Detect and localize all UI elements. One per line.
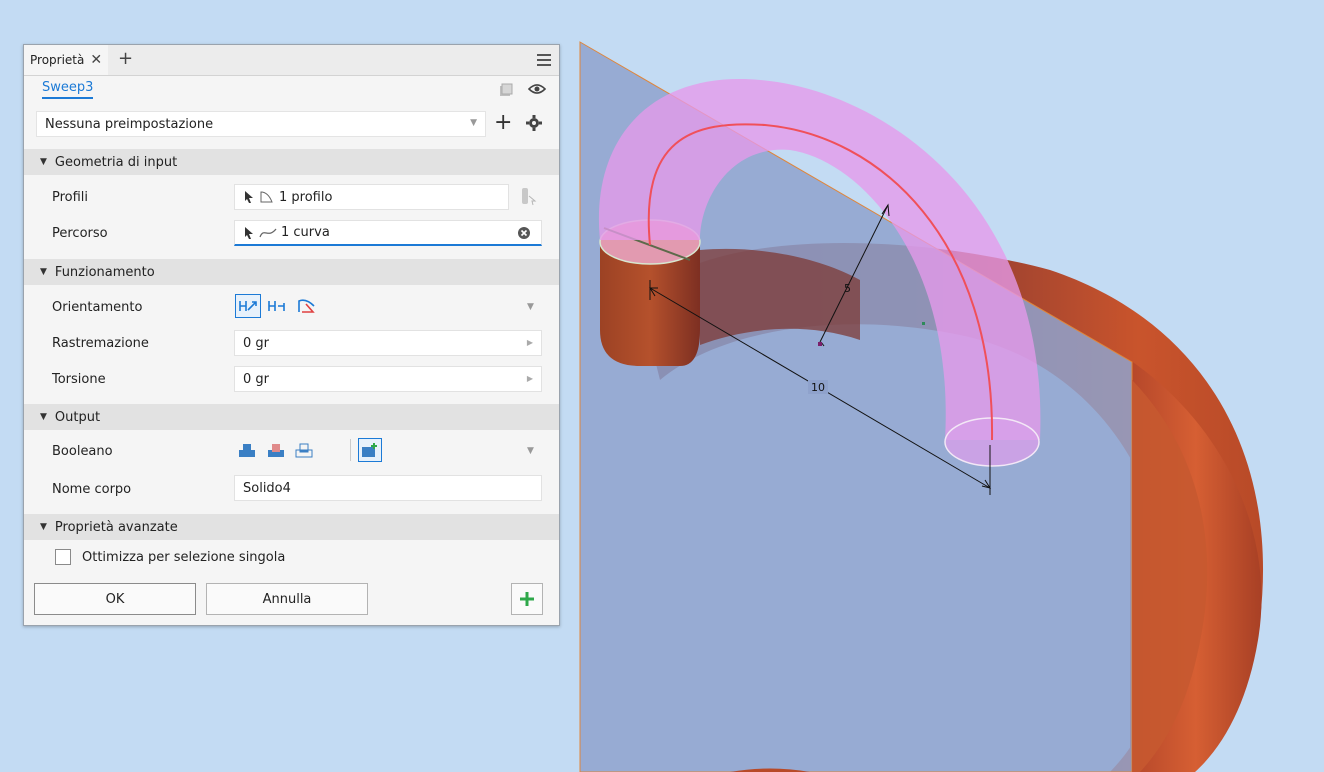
- plus-icon: [520, 592, 534, 606]
- join-icon: [239, 444, 255, 457]
- orientation-fixed-button[interactable]: [264, 294, 290, 318]
- optimize-checkbox[interactable]: [55, 549, 71, 565]
- chevron-down-icon[interactable]: ▼: [527, 302, 534, 312]
- profile-select-icon[interactable]: [520, 187, 538, 207]
- boolean-new-body-button[interactable]: [358, 438, 382, 462]
- section-output[interactable]: ▼ Output: [24, 404, 559, 430]
- body-name-value: Solido4: [243, 480, 291, 496]
- tab-properties[interactable]: Proprietà ✕: [24, 45, 109, 75]
- cursor-arrow-icon: [245, 191, 253, 203]
- collapse-icon: ▼: [40, 412, 47, 422]
- chevron-down-icon: ▼: [470, 118, 477, 128]
- boolean-intersect-button[interactable]: [292, 438, 316, 462]
- display-mode-icon[interactable]: [498, 82, 514, 98]
- collapse-icon: ▼: [40, 157, 47, 167]
- orientation-fixed-icon: [268, 301, 285, 311]
- taper-label: Rastremazione: [52, 336, 149, 351]
- orientation-guide-button[interactable]: [294, 294, 320, 318]
- new-body-icon: [362, 443, 377, 457]
- twist-input[interactable]: 0 gr ▶: [234, 366, 542, 392]
- cursor-arrow-icon: [245, 226, 253, 239]
- properties-panel: Proprietà ✕ + Sweep3 Nessuna preimpostaz…: [23, 44, 560, 626]
- preset-dropdown[interactable]: Nessuna preimpostazione ▼: [36, 111, 486, 137]
- dimension-radius-label[interactable]: 5: [844, 282, 851, 295]
- eye-icon[interactable]: [528, 82, 546, 96]
- add-preset-icon[interactable]: +: [494, 111, 512, 135]
- profile-shape-icon: [260, 191, 273, 203]
- gear-icon[interactable]: [526, 115, 542, 131]
- boolean-label: Booleano: [52, 444, 113, 459]
- cancel-button[interactable]: Annulla: [206, 583, 368, 615]
- body-name-label: Nome corpo: [52, 482, 132, 497]
- curve-icon: [259, 228, 277, 237]
- arrow-right-icon[interactable]: ▶: [527, 374, 533, 383]
- taper-value: 0 gr: [243, 335, 269, 351]
- chevron-down-icon[interactable]: ▼: [527, 446, 534, 456]
- tab-label: Proprietà: [30, 53, 85, 67]
- add-tab-icon[interactable]: +: [118, 48, 133, 69]
- section-advanced[interactable]: ▼ Proprietà avanzate: [24, 514, 559, 540]
- path-label: Percorso: [52, 226, 108, 241]
- feature-name[interactable]: Sweep3: [42, 80, 94, 99]
- sketch-point[interactable]: [922, 322, 925, 325]
- path-selector[interactable]: 1 curva: [234, 220, 542, 246]
- profiles-label: Profili: [52, 190, 89, 205]
- orientation-guide-icon: [298, 299, 315, 313]
- boolean-cut-button[interactable]: [264, 438, 288, 462]
- tab-bar: Proprietà ✕ +: [24, 45, 559, 76]
- orientation-path-icon: [239, 301, 257, 311]
- sketch-point[interactable]: [818, 342, 822, 346]
- arrow-right-icon[interactable]: ▶: [527, 338, 533, 347]
- optimize-label[interactable]: Ottimizza per selezione singola: [82, 550, 285, 565]
- collapse-icon: ▼: [40, 522, 47, 532]
- section-title: Proprietà avanzate: [54, 519, 178, 535]
- section-title: Geometria di input: [54, 154, 178, 170]
- section-title: Funzionamento: [54, 264, 155, 280]
- menu-icon[interactable]: [537, 51, 551, 69]
- cut-icon: [268, 444, 284, 457]
- clear-icon[interactable]: [517, 226, 531, 240]
- intersect-icon: [295, 443, 313, 458]
- separator: [350, 439, 351, 461]
- close-icon[interactable]: ✕: [90, 52, 102, 68]
- body-name-input[interactable]: Solido4: [234, 475, 542, 501]
- collapse-icon: ▼: [40, 267, 47, 277]
- path-value: 1 curva: [281, 225, 330, 240]
- orientation-label: Orientamento: [52, 300, 143, 315]
- twist-label: Torsione: [52, 372, 106, 387]
- ok-button[interactable]: OK: [34, 583, 196, 615]
- dimension-path-label[interactable]: 10: [811, 381, 825, 394]
- section-input-geometry[interactable]: ▼ Geometria di input: [24, 149, 559, 175]
- preset-value: Nessuna preimpostazione: [45, 116, 214, 132]
- orientation-path-button[interactable]: [235, 294, 261, 318]
- profiles-selector[interactable]: 1 profilo: [234, 184, 509, 210]
- twist-value: 0 gr: [243, 371, 269, 387]
- section-behavior[interactable]: ▼ Funzionamento: [24, 259, 559, 285]
- profiles-value: 1 profilo: [279, 189, 333, 205]
- apply-add-button[interactable]: [511, 583, 543, 615]
- section-title: Output: [54, 409, 101, 425]
- taper-input[interactable]: 0 gr ▶: [234, 330, 542, 356]
- boolean-join-button[interactable]: [235, 438, 259, 462]
